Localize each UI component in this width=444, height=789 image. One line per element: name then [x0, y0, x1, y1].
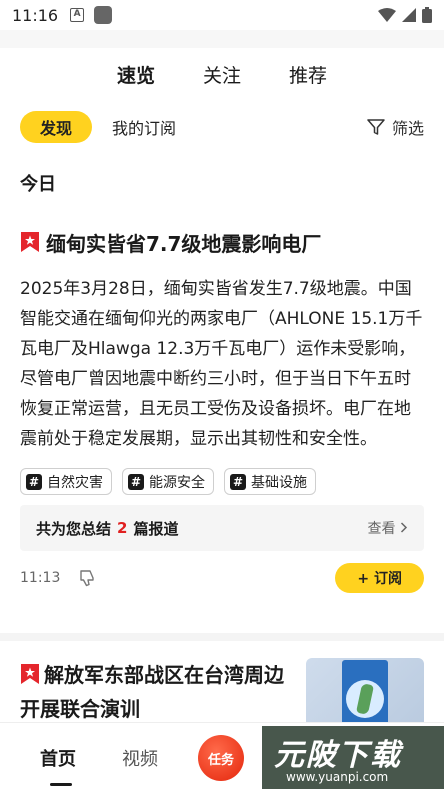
news-card-2[interactable]: 解放军东部战区在台湾周边开展联合演训: [20, 658, 290, 726]
hot-flag-icon: [21, 664, 39, 684]
section-title-today: 今日: [20, 174, 56, 195]
header-spacer: [0, 30, 444, 48]
news-time: 11:13: [20, 570, 61, 586]
tab-overview[interactable]: 速览: [117, 61, 155, 88]
filter-button[interactable]: 筛选: [366, 115, 424, 139]
tab-recommend[interactable]: 推荐: [289, 61, 327, 88]
tag-list: # 自然灾害 # 能源安全 # 基础设施: [20, 468, 424, 495]
summary-suffix: 篇报道: [133, 519, 179, 538]
tag-chip[interactable]: # 基础设施: [224, 468, 316, 495]
app-notification-icon: [94, 6, 113, 24]
filter-label: 筛选: [391, 119, 424, 138]
funnel-icon: [367, 119, 385, 135]
watermark-title: 元陂下载: [274, 738, 402, 773]
wifi-icon: [378, 8, 396, 22]
tag-chip[interactable]: # 能源安全: [122, 468, 214, 495]
tab-following[interactable]: 关注: [203, 61, 241, 88]
hot-flag-icon: [21, 232, 39, 252]
tag-chip[interactable]: # 自然灾害: [20, 468, 112, 495]
tag-label: 能源安全: [149, 474, 205, 491]
discover-pill[interactable]: 发现: [20, 111, 93, 143]
news-meta-row: 11:13 + 订阅: [20, 563, 424, 593]
news-card[interactable]: 缅甸实皆省7.7级地震影响电厂 2025年3月28日，缅甸实皆省发生7.7级地震…: [20, 226, 424, 593]
cellular-icon: [402, 8, 416, 22]
news-headline[interactable]: 缅甸实皆省7.7级地震影响电厂: [20, 226, 424, 258]
watermark-url: www.yuanpi.com: [286, 770, 389, 784]
hashtag-icon: #: [26, 473, 42, 490]
news-summary-text: 2025年3月28日，缅甸实皆省发生7.7级地震。中国智能交通在缅甸仰光的两家电…: [20, 279, 423, 449]
a-notification-icon: A: [70, 8, 85, 22]
news-thumbnail[interactable]: [306, 658, 424, 732]
news-headline-text-2: 解放军东部战区在台湾周边开展联合演训: [20, 663, 284, 721]
nav-task-button[interactable]: 任务: [198, 735, 244, 781]
summary-prefix: 共为您总结: [36, 519, 112, 538]
status-bar: 11:16 A: [0, 0, 444, 30]
report-summary-bar[interactable]: 共为您总结 2 篇报道 查看: [20, 505, 424, 551]
tag-label: 自然灾害: [47, 474, 103, 491]
news-headline-text: 缅甸实皆省7.7级地震影响电厂: [46, 231, 322, 256]
hashtag-icon: #: [230, 473, 246, 490]
summary-count: 2: [117, 519, 128, 537]
status-time: 11:16: [12, 5, 59, 25]
my-subscriptions-link[interactable]: 我的订阅: [112, 115, 176, 139]
watermark-overlay: 元陂下载 www.yuanpi.com: [262, 726, 444, 789]
view-link[interactable]: 查看: [368, 518, 408, 538]
battery-icon: [422, 7, 432, 23]
view-label: 查看: [367, 521, 396, 537]
thumbnail-poster: [342, 660, 388, 730]
top-tabs: 速览 关注 推荐: [0, 52, 444, 96]
hashtag-icon: #: [128, 473, 144, 490]
nav-active-indicator: [50, 783, 72, 786]
chevron-right-icon: [400, 522, 408, 533]
filter-row: 发现 我的订阅 筛选: [20, 110, 424, 144]
dislike-icon[interactable]: [78, 569, 96, 587]
subscribe-button[interactable]: + 订阅: [335, 563, 424, 593]
nav-video[interactable]: 视频: [122, 745, 158, 771]
card-divider: [0, 633, 444, 641]
nav-home[interactable]: 首页: [40, 745, 76, 771]
tag-label: 基础设施: [251, 474, 307, 491]
